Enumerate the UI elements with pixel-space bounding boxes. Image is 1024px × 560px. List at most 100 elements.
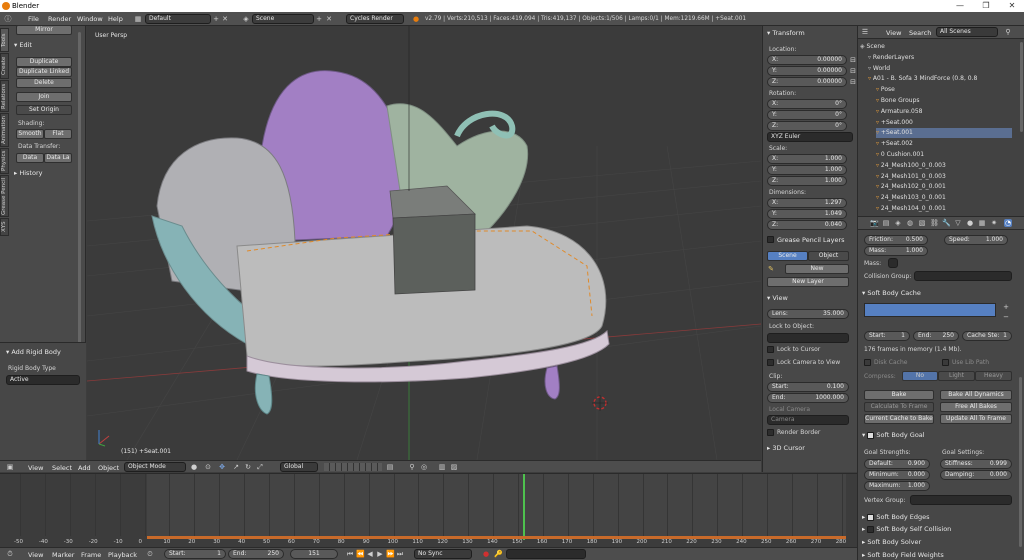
screen-layout-icon[interactable]: ▦ — [134, 15, 142, 23]
outliner-row[interactable]: ▿ 0 Cushion.001 — [876, 150, 1012, 160]
proportional-edit-icon[interactable]: ◎ — [420, 463, 428, 471]
edit-panel-header[interactable]: ▾ Edit — [14, 41, 32, 49]
shelf-scrollbar[interactable] — [78, 32, 81, 352]
jump-start-icon[interactable]: ⏮ — [346, 550, 354, 558]
scene-selector[interactable]: Scene — [252, 14, 314, 24]
duplicate-button[interactable]: Duplicate — [16, 57, 72, 67]
viewport-menu-add[interactable]: Add — [78, 464, 91, 472]
outliner-filter-dropdown[interactable]: All Scenes — [936, 27, 998, 37]
tab-grease-pencil[interactable]: Grease Pencil — [0, 175, 9, 217]
rotation-z-field[interactable]: Z: 0° — [767, 121, 847, 131]
outliner-row[interactable]: ▿ +Seat.000 — [876, 118, 1012, 128]
outliner-row[interactable]: ▿ Pose — [876, 85, 1012, 95]
scene-tab-button[interactable]: Scene — [767, 251, 808, 261]
transform-orientation-dropdown[interactable]: Global — [280, 462, 318, 472]
add-layout-icon[interactable]: + — [212, 15, 220, 23]
tab-create[interactable]: Create — [0, 53, 9, 79]
object-tab-icon[interactable]: ▧ — [918, 219, 926, 227]
outliner-editor-icon[interactable]: ☰ — [861, 28, 869, 36]
add-cache-icon[interactable]: + — [1002, 303, 1010, 311]
soft-body-goal-checkbox[interactable] — [867, 431, 875, 439]
scale-y-field[interactable]: Y: 1.000 — [767, 165, 847, 175]
translate-manipulator-icon[interactable]: ↗ — [232, 463, 240, 471]
goal-damping-field[interactable]: Damping: 0.000 — [940, 470, 1012, 480]
layer-buttons[interactable] — [324, 463, 382, 471]
transform-panel-header[interactable]: ▾ Transform — [767, 29, 805, 37]
outliner-row[interactable]: ▿ +Seat.002 — [876, 139, 1012, 149]
close-button[interactable]: ✕ — [1000, 1, 1024, 10]
outliner-row[interactable]: ▿ 24_Mesh102_0_0.001 — [876, 182, 1012, 192]
outliner-row[interactable]: ▿ Armature.058 — [876, 107, 1012, 117]
friction-field[interactable]: Friction: 0.500 — [864, 235, 928, 245]
smooth-button[interactable]: Smooth — [16, 129, 44, 139]
timeline[interactable]: -50 -40 -30 -20 -10 0 10 20 30 40 50 60 70 80 90 100 110… — [0, 473, 857, 547]
material-tab-icon[interactable]: ● — [966, 219, 974, 227]
goal-stiffness-field[interactable]: Stiffness: 0.999 — [940, 459, 1012, 469]
render-engine-selector[interactable]: Cycles Render — [346, 14, 404, 24]
minimize-button[interactable]: — — [948, 1, 972, 10]
outliner-row[interactable]: ▿ +Seat.001 — [876, 128, 1012, 139]
goal-default-field[interactable]: Default: 0.900 — [864, 459, 930, 469]
outliner-row[interactable]: ▿ A01 - B. Sofa 3 MindForce (0.8, 0.8 — [868, 74, 1012, 84]
outliner-row[interactable]: ▿ 24_Mesh101_0_0.003 — [876, 172, 1012, 182]
layout-selector[interactable]: Default — [145, 14, 211, 24]
menu-window[interactable]: Window — [77, 15, 103, 23]
render-tab-icon[interactable]: 📷 — [870, 219, 879, 227]
jump-end-icon[interactable]: ⏭ — [396, 550, 404, 558]
vertex-group-field[interactable] — [910, 495, 1012, 505]
soft-body-field-weights-header[interactable]: ▸ Soft Body Field Weights — [862, 551, 944, 559]
cache-start-field[interactable]: Start: 1 — [864, 331, 910, 341]
modifiers-tab-icon[interactable]: 🔧 — [942, 219, 951, 227]
texture-tab-icon[interactable]: ▦ — [978, 219, 986, 227]
mirror-button[interactable]: Mirror — [16, 25, 72, 35]
object-mode-dropdown[interactable]: Object Mode — [124, 462, 186, 472]
mass-vertex-group-field[interactable] — [888, 258, 898, 268]
play-icon[interactable]: ▶ — [376, 550, 384, 558]
sync-mode-dropdown[interactable]: No Sync — [414, 549, 472, 559]
3d-viewport[interactable]: User Persp (151) +Seat.001 — [87, 26, 761, 460]
viewport-menu-select[interactable]: Select — [52, 464, 72, 472]
data-layout-button[interactable]: Data La — [44, 153, 72, 163]
lens-field[interactable]: Lens: 35.000 — [767, 309, 849, 319]
info-editor-icon[interactable]: ⓘ — [4, 15, 12, 23]
compress-heavy-button[interactable]: Heavy — [975, 371, 1012, 381]
lock-to-object-field[interactable] — [767, 333, 849, 343]
compress-no-button[interactable]: No — [902, 371, 938, 381]
soft-body-self-collision-checkbox[interactable] — [867, 525, 875, 533]
remove-layout-icon[interactable]: ✕ — [221, 15, 229, 23]
location-z-field[interactable]: Z: 0.00000 — [767, 77, 847, 87]
next-keyframe-icon[interactable]: ⏩ — [386, 550, 395, 558]
soft-body-solver-header[interactable]: ▸ Soft Body Solver — [862, 538, 921, 546]
outliner-menu-view[interactable]: View — [886, 29, 901, 37]
location-x-field[interactable]: X: 0.00000 — [767, 55, 847, 65]
menu-render[interactable]: Render — [48, 15, 71, 23]
lock-icon[interactable]: ⊟ — [849, 56, 857, 64]
keying-set-field[interactable] — [506, 549, 586, 559]
lock-camera-to-view-checkbox[interactable] — [767, 359, 774, 366]
rotation-mode-dropdown[interactable]: XYZ Euler — [767, 132, 853, 142]
set-origin-dropdown[interactable]: Set Origin — [16, 105, 72, 115]
new-layer-button[interactable]: New Layer — [767, 277, 849, 287]
outliner-row[interactable]: ▿ 24_Mesh104_0_0.001 — [876, 204, 1012, 214]
bake-all-dynamics-button[interactable]: Bake All Dynamics — [940, 390, 1012, 400]
outliner-row[interactable]: ▿ 24_Mesh103_0_0.001 — [876, 193, 1012, 203]
dimensions-z-field[interactable]: Z: 0.040 — [767, 220, 847, 230]
menu-help[interactable]: Help — [108, 15, 123, 23]
world-tab-icon[interactable]: ◍ — [906, 219, 914, 227]
mass-field[interactable]: Mass: 1.000 — [864, 246, 928, 256]
clip-end-field[interactable]: End: 1000.000 — [767, 393, 849, 403]
update-all-to-frame-button[interactable]: Update All To Frame — [940, 414, 1012, 424]
keying-set-icon[interactable]: 🔑 — [494, 550, 503, 558]
dimensions-x-field[interactable]: X: 1.297 — [767, 198, 847, 208]
grease-pencil-checkbox[interactable] — [767, 236, 774, 243]
tab-physics[interactable]: Physics — [0, 148, 9, 174]
rotation-y-field[interactable]: Y: 0° — [767, 110, 847, 120]
soft-body-goal-header[interactable]: ▾ Soft Body Goal — [862, 431, 925, 439]
timeline-menu-view[interactable]: View — [28, 551, 43, 559]
clip-start-field[interactable]: Start: 0.100 — [767, 382, 849, 392]
use-lib-path-checkbox[interactable] — [942, 359, 949, 366]
goal-maximum-field[interactable]: Maximum: 1.000 — [864, 481, 930, 491]
object-tab-button[interactable]: Object — [808, 251, 849, 261]
rigid-body-type-dropdown[interactable]: Active — [6, 375, 80, 385]
preview-range-icon[interactable]: ⏲ — [146, 550, 154, 558]
